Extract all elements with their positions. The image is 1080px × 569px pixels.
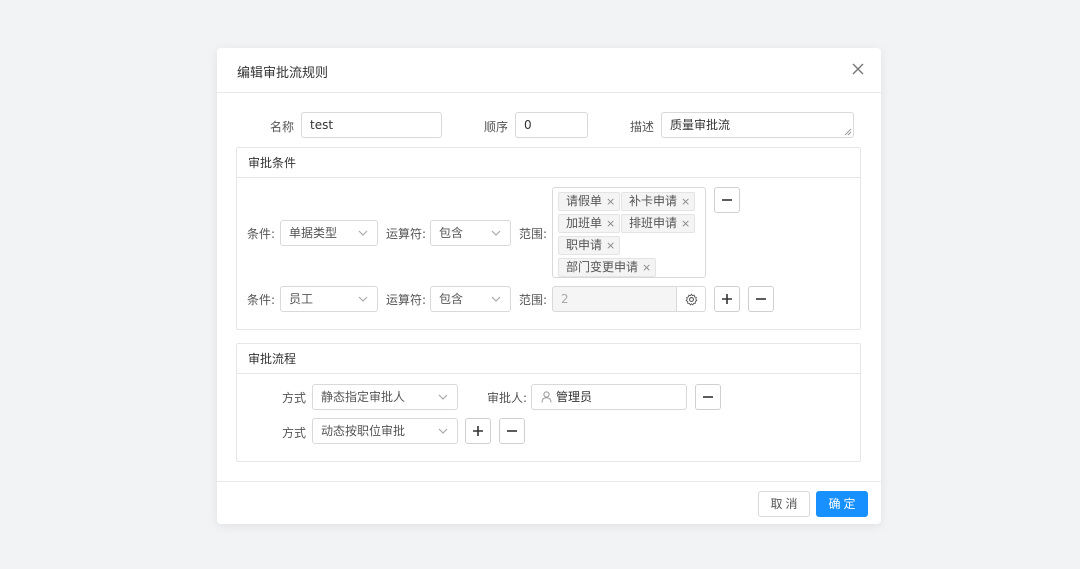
tag-label: 请假单 xyxy=(566,194,603,208)
name-label: 名称 xyxy=(270,120,295,134)
operator-label: 运算符: xyxy=(386,293,427,307)
description-value: 质量审批流 xyxy=(670,118,731,132)
tag-label: 部门变更申请 xyxy=(566,260,639,274)
approval-conditions-title: 审批条件 xyxy=(237,148,860,178)
tag-department-change: 部门变更申请 × xyxy=(558,258,657,277)
range-input[interactable]: 2 xyxy=(552,286,677,312)
tag-schedule: 排班申请 × xyxy=(621,214,696,233)
tag-remove-icon[interactable]: × xyxy=(681,193,690,210)
range-label: 范围: xyxy=(519,227,548,241)
edit-approval-rule-dialog: 编辑审批流规则 名称 test 顺序 0 描述 质量审批流 审批条件 条件: 单… xyxy=(217,48,881,524)
add-flow-step-button[interactable] xyxy=(465,418,491,444)
tag-remove-icon[interactable]: × xyxy=(681,215,690,232)
minus-icon xyxy=(722,199,732,201)
condition-label: 条件: xyxy=(247,227,276,241)
dialog-title: 编辑审批流规则 xyxy=(237,66,329,81)
mode-select-value: 静态指定审批人 xyxy=(321,390,406,404)
tag-label: 加班单 xyxy=(566,216,603,230)
resize-grip-icon[interactable] xyxy=(844,128,852,136)
tag-remove-icon[interactable]: × xyxy=(642,259,651,276)
chevron-down-icon xyxy=(358,230,368,236)
chevron-down-icon xyxy=(438,428,448,434)
tag-remove-icon[interactable]: × xyxy=(606,237,615,254)
approver-value: 管理员 xyxy=(556,390,593,404)
operator-select-value: 包含 xyxy=(439,226,464,240)
add-condition-button[interactable] xyxy=(714,286,740,312)
chevron-down-icon xyxy=(358,296,368,302)
tag-label: 排班申请 xyxy=(629,216,678,230)
chevron-down-icon xyxy=(491,296,501,302)
condition-select-value: 员工 xyxy=(289,292,314,306)
tag-label: 职申请 xyxy=(566,238,603,252)
remove-flow-step-button[interactable] xyxy=(499,418,525,444)
description-label: 描述 xyxy=(630,120,655,134)
minus-icon xyxy=(507,430,517,432)
approver-label: 审批人: xyxy=(487,391,528,405)
chevron-down-icon xyxy=(438,394,448,400)
operator-label: 运算符: xyxy=(386,227,427,241)
minus-icon xyxy=(703,396,713,398)
tag-remove-icon[interactable]: × xyxy=(606,215,615,232)
plus-icon xyxy=(473,426,483,436)
minus-icon xyxy=(756,298,766,300)
plus-icon xyxy=(722,294,732,304)
approval-flow-title: 审批流程 xyxy=(237,344,860,374)
range-tag-select[interactable]: 请假单 × 补卡申请 × 加班单 × 排班申请 × 职申请 × 部门变更申请 × xyxy=(552,187,706,278)
description-textarea[interactable]: 质量审批流 xyxy=(661,112,854,138)
range-settings-button[interactable] xyxy=(676,286,706,312)
condition-select[interactable]: 单据类型 xyxy=(280,220,378,246)
order-label: 顺序 xyxy=(484,120,509,134)
dialog-header: 编辑审批流规则 xyxy=(217,48,881,93)
name-input[interactable]: test xyxy=(301,112,442,138)
user-icon xyxy=(541,391,552,403)
chevron-down-icon xyxy=(491,230,501,236)
tag-remove-icon[interactable]: × xyxy=(606,193,615,210)
range-label: 范围: xyxy=(519,293,548,307)
dialog-footer: 取消 确定 xyxy=(217,481,881,524)
tag-label: 补卡申请 xyxy=(629,194,678,208)
confirm-button[interactable]: 确定 xyxy=(816,491,868,517)
condition-label: 条件: xyxy=(247,293,276,307)
mode-select[interactable]: 静态指定审批人 xyxy=(312,384,458,410)
operator-select-value: 包含 xyxy=(439,292,464,306)
approval-flow-section: 审批流程 方式 静态指定审批人 审批人: 管理员 方式 动态按职位审批 xyxy=(236,343,861,462)
condition-select-value: 单据类型 xyxy=(289,226,338,240)
mode-label: 方式 xyxy=(282,426,307,440)
order-input[interactable]: 0 xyxy=(515,112,588,138)
approval-conditions-section: 审批条件 条件: 单据类型 运算符: 包含 范围: 请假单 × 补卡申请 × 加班单… xyxy=(236,147,861,330)
tag-overtime: 加班单 × xyxy=(558,214,621,233)
cancel-button[interactable]: 取消 xyxy=(758,491,810,517)
gear-icon xyxy=(685,293,698,306)
tag-leave: 请假单 × xyxy=(558,192,621,211)
operator-select[interactable]: 包含 xyxy=(430,286,511,312)
operator-select[interactable]: 包含 xyxy=(430,220,511,246)
mode-select-value: 动态按职位审批 xyxy=(321,424,406,438)
remove-flow-step-button[interactable] xyxy=(695,384,721,410)
remove-condition-button[interactable] xyxy=(748,286,774,312)
mode-label: 方式 xyxy=(282,391,307,405)
remove-condition-button[interactable] xyxy=(714,187,740,213)
close-icon[interactable] xyxy=(851,62,865,76)
tag-punch-card: 补卡申请 × xyxy=(621,192,696,211)
condition-select[interactable]: 员工 xyxy=(280,286,378,312)
tag-position: 职申请 × xyxy=(558,236,621,255)
mode-select[interactable]: 动态按职位审批 xyxy=(312,418,458,444)
approver-input[interactable]: 管理员 xyxy=(531,384,687,410)
